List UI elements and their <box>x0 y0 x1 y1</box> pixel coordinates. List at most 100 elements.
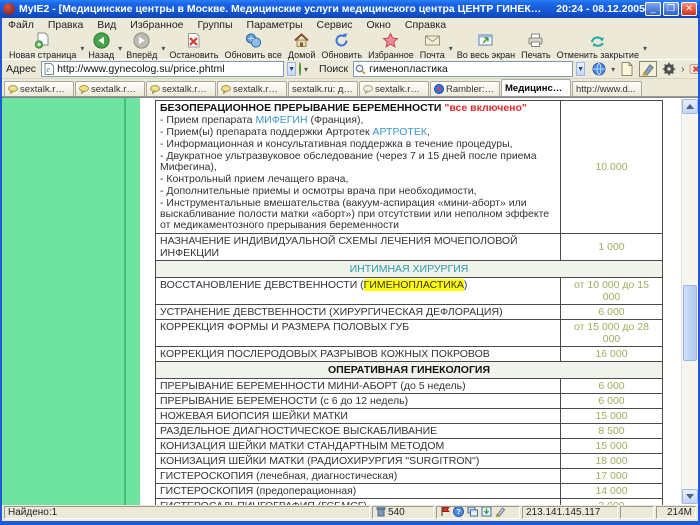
menu-favorites[interactable]: Избранное <box>130 19 183 31</box>
fullscreen-icon <box>477 32 494 49</box>
mifegin-link[interactable]: МИФЕГИН <box>255 114 307 126</box>
search-highlight: ГИМЕНОПЛАСТИКА <box>364 279 464 291</box>
speech-bubble-icon <box>8 85 18 94</box>
gear-button[interactable] <box>660 61 678 77</box>
address-input[interactable] <box>55 63 283 76</box>
tab-medical-active[interactable]: Медицински... <box>501 79 571 96</box>
menu-help[interactable]: Справка <box>405 19 446 31</box>
forward-icon <box>133 32 150 49</box>
address-label: Адрес <box>6 63 36 75</box>
main-toolbar: Новая страница ▾ Назад ▾ Вперёд ▾ Остано… <box>2 31 698 60</box>
status-closed-pages: 540 <box>372 506 434 519</box>
refresh-label: Обновить <box>321 50 362 60</box>
highlighter-button[interactable] <box>639 61 657 77</box>
minimize-button[interactable]: _ <box>645 2 661 16</box>
help-icon[interactable]: ? <box>453 506 464 519</box>
refresh-all-label: Обновить все <box>224 50 281 60</box>
menu-tools[interactable]: Сервис <box>317 19 353 31</box>
scrollbar-thumb[interactable] <box>683 285 697 361</box>
service-price: 17 000 <box>560 469 662 483</box>
undo-close-button[interactable]: Отменить закрытие <box>554 32 642 60</box>
service-price: 1 000 <box>560 234 662 260</box>
search-dropdown[interactable]: ▼ <box>576 62 585 76</box>
web-search-dropdown[interactable]: ▾ <box>611 65 615 74</box>
menu-window[interactable]: Окно <box>366 19 390 31</box>
menu-options[interactable]: Параметры <box>247 19 303 31</box>
home-button[interactable]: Домой <box>285 32 318 60</box>
tab-sextalk-2[interactable]: sextalk.ru:... <box>75 81 145 96</box>
fullscreen-button[interactable]: Во весь экран <box>454 32 518 60</box>
refresh-button[interactable]: Обновить <box>318 32 365 60</box>
artrotek-link[interactable]: АРТРОТЕК <box>373 126 427 138</box>
more-tools-chevron[interactable]: › <box>681 64 684 75</box>
package-cell: БЕЗОПЕРАЦИОННОЕ ПРЕРЫВАНИЕ БЕРЕМЕННОСТИ … <box>156 101 560 233</box>
trash-icon[interactable] <box>376 506 386 519</box>
package-line: - Прием препарата МИФЕГИН (Франция), <box>160 115 556 126</box>
address-dropdown[interactable]: ▼ <box>287 62 296 76</box>
address-bar: Адрес e ▼ ▾ Поиск ▼ ▾ <box>2 60 698 79</box>
refresh-all-button[interactable]: Обновить все <box>221 32 284 60</box>
menu-file[interactable]: Файл <box>8 19 34 31</box>
undo-close-dropdown[interactable]: ▾ <box>642 44 648 53</box>
title-bar: MyIE2 - [Медицинские центры в Москве. Ме… <box>0 0 700 18</box>
scroll-up-button[interactable] <box>682 99 698 114</box>
stop-label: Остановить <box>169 50 218 60</box>
favorites-star-icon <box>382 32 399 49</box>
mail-button[interactable]: Почта <box>417 32 448 60</box>
speech-bubble-icon <box>150 85 160 94</box>
forward-button[interactable]: Вперёд <box>123 32 160 60</box>
tab-rambler[interactable]: Rambler: '... <box>430 81 500 96</box>
service-price: 6 000 <box>560 394 662 408</box>
edit-icon[interactable] <box>495 506 506 519</box>
go-button[interactable] <box>299 62 301 76</box>
page-left-column <box>2 98 140 505</box>
page-tool-button[interactable] <box>618 61 636 77</box>
tab-sextalk-6[interactable]: sextalk.ru:... <box>359 81 429 96</box>
service-price: 16 000 <box>560 347 662 361</box>
tab-sextalk-4[interactable]: sextalk.ru:... <box>217 81 287 96</box>
browser-window: MyIE2 - [Медицинские центры в Москве. Ме… <box>0 0 700 525</box>
menu-edit[interactable]: Правка <box>48 19 83 31</box>
download-icon[interactable] <box>481 506 492 519</box>
service-name: НАЗНАЧЕНИЕ ИНДИВИДУАЛЬНОЙ СХЕМЫ ЛЕЧЕНИЯ … <box>156 234 560 260</box>
table-row: КОНИЗАЦИЯ ШЕЙКИ МАТКИ (РАДИОХИРУРГИЯ "SU… <box>156 453 662 468</box>
service-price: 10 000 <box>560 101 662 233</box>
web-search-button[interactable] <box>590 61 608 77</box>
menu-view[interactable]: Вид <box>97 19 116 31</box>
tab-sextalk-1[interactable]: sextalk.ru:... <box>4 81 74 96</box>
back-button[interactable]: Назад <box>85 32 117 60</box>
scroll-down-button[interactable] <box>682 489 698 504</box>
print-label: Печать <box>521 50 550 60</box>
window-border-left <box>0 18 2 525</box>
page-doc-icon: e <box>42 63 55 75</box>
menu-groups[interactable]: Группы <box>198 19 233 31</box>
close-button[interactable]: ✕ <box>681 2 697 16</box>
restore-button[interactable]: ❐ <box>663 2 679 16</box>
windows-icon[interactable] <box>467 506 478 519</box>
package-line: - Контрольный прием лечащего врача, <box>160 174 556 185</box>
menu-bar: Файл Правка Вид Избранное Группы Парамет… <box>2 18 698 31</box>
table-row: ПРЕРЫВАНИЕ БЕРЕМЕНОСТИ (с 6 до 12 недель… <box>156 393 662 408</box>
flag-icon[interactable] <box>440 506 450 519</box>
print-button[interactable]: Печать <box>518 32 553 60</box>
vertical-scrollbar[interactable] <box>681 99 697 504</box>
tab-url[interactable]: http://www.d... <box>572 81 642 96</box>
refresh-icon <box>333 32 350 49</box>
tab-sextalk-3[interactable]: sextalk.ru:... <box>146 81 216 96</box>
package-line: - Прием(ы) препарата поддержки Артротек … <box>160 127 556 138</box>
service-name: КОРРЕКЦИЯ ПОСЛЕРОДОВЫХ РАЗРЫВОВ КОЖНЫХ П… <box>156 347 560 361</box>
service-price: 15 000 <box>560 409 662 423</box>
back-label: Назад <box>88 50 114 60</box>
service-name: ГИСТЕРОСКОПИЯ (предоперационная) <box>156 484 560 498</box>
favorites-button[interactable]: Избранное <box>365 32 417 60</box>
service-name: ВОССТАНОВЛЕНИЕ ДЕВСТВЕННОСТИ (ГИМЕНОПЛАС… <box>156 278 560 304</box>
service-price: 14 000 <box>560 484 662 498</box>
new-page-button[interactable]: Новая страница <box>6 32 79 60</box>
service-name: УСТРАНЕНИЕ ДЕВСТВЕННОСТИ (ХИРУРГИЧЕСКАЯ … <box>156 305 560 319</box>
search-input[interactable] <box>367 63 572 76</box>
go-dropdown[interactable]: ▾ <box>304 65 308 74</box>
stop-button[interactable]: Остановить <box>166 32 221 60</box>
undo-close-icon <box>589 32 606 49</box>
tab-sextalk-5[interactable]: sextalk.ru: де... <box>288 81 358 96</box>
svg-text:e: e <box>46 65 50 74</box>
